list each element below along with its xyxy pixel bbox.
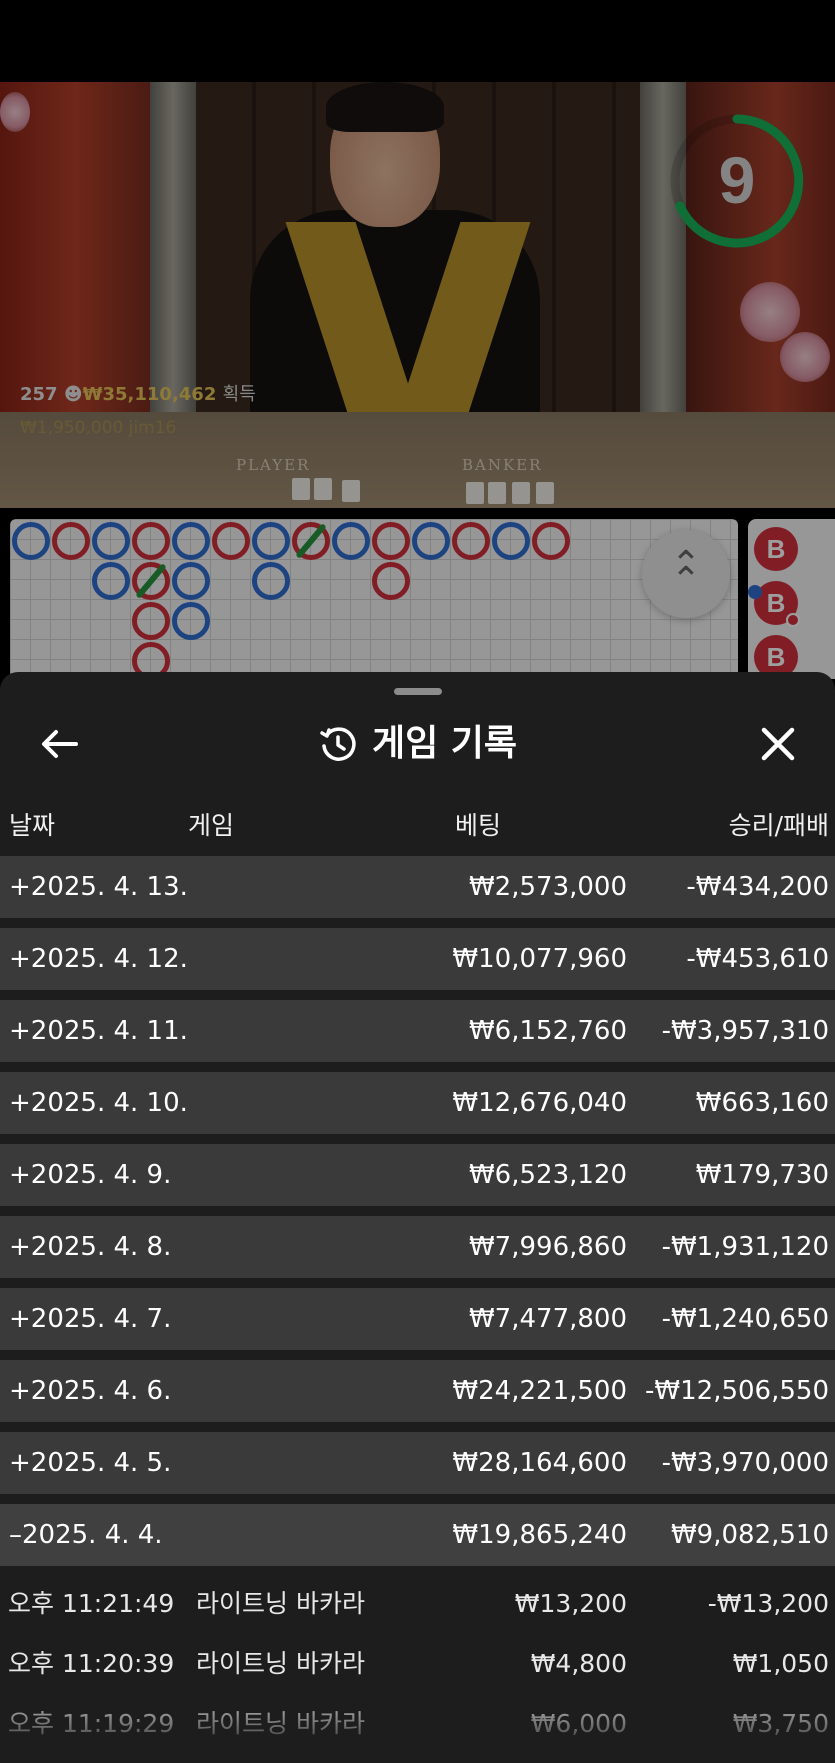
day-date: +2025. 4. 5. <box>9 1448 172 1478</box>
game-time: 오후 11:20:39 <box>8 1649 175 1678</box>
day-bet-total: ₩6,152,760 <box>468 1016 627 1046</box>
day-result: -₩434,200 <box>686 872 829 902</box>
close-x-icon[interactable] <box>754 720 802 768</box>
game-result: ₩3,750 <box>732 1709 829 1738</box>
modal-dim-overlay <box>0 82 835 682</box>
history-game-row[interactable]: 오후 11:21:49 라이트닝 바카라 ₩13,200 -₩13,200 <box>0 1574 835 1634</box>
game-name: 라이트닝 바카라 <box>196 1589 365 1618</box>
game-bet: ₩6,000 <box>530 1709 627 1738</box>
history-day-row[interactable]: +2025. 4. 13. ₩2,573,000 -₩434,200 <box>0 856 835 918</box>
day-bet-total: ₩19,865,240 <box>452 1520 627 1550</box>
day-result: -₩1,931,120 <box>661 1232 829 1262</box>
column-header-game: 게임 <box>188 811 235 840</box>
history-day-row[interactable]: +2025. 4. 6. ₩24,221,500 -₩12,506,550 <box>0 1360 835 1422</box>
day-bet-total: ₩7,996,860 <box>468 1232 627 1262</box>
day-result: ₩179,730 <box>695 1160 829 1190</box>
day-result: -₩3,957,310 <box>661 1016 829 1046</box>
day-date: +2025. 4. 12. <box>9 944 188 974</box>
day-date: +2025. 4. 7. <box>9 1304 172 1334</box>
column-header-date: 날짜 <box>9 811 56 840</box>
day-bet-total: ₩6,523,120 <box>468 1160 627 1190</box>
day-bet-total: ₩2,573,000 <box>468 872 627 902</box>
history-day-row[interactable]: +2025. 4. 8. ₩7,996,860 -₩1,931,120 <box>0 1216 835 1278</box>
game-bet: ₩4,800 <box>530 1649 627 1678</box>
day-bet-total: ₩24,221,500 <box>452 1376 627 1406</box>
history-day-row[interactable]: +2025. 4. 12. ₩10,077,960 -₩453,610 <box>0 928 835 990</box>
day-date: +2025. 4. 13. <box>9 872 188 902</box>
game-name: 라이트닝 바카라 <box>196 1649 365 1678</box>
day-result: -₩1,240,650 <box>661 1304 829 1334</box>
day-date: +2025. 4. 6. <box>9 1376 172 1406</box>
sheet-title: 게임 기록 <box>371 723 517 764</box>
day-date: +2025. 4. 11. <box>9 1016 188 1046</box>
history-day-row-expanded[interactable]: –2025. 4. 4. ₩19,865,240 ₩9,082,510 <box>0 1504 835 1566</box>
history-clock-icon <box>320 727 356 761</box>
column-header-bet: 베팅 <box>455 811 502 840</box>
day-result: ₩9,082,510 <box>670 1520 829 1550</box>
game-time: 오후 11:19:29 <box>8 1709 175 1738</box>
game-bet: ₩13,200 <box>514 1589 627 1618</box>
game-result: ₩1,050 <box>732 1649 829 1678</box>
history-game-row[interactable]: 오후 11:20:39 라이트닝 바카라 ₩4,800 ₩1,050 <box>0 1634 835 1694</box>
day-date: +2025. 4. 10. <box>9 1088 188 1118</box>
history-column-headers: 날짜 게임 베팅 승리/패배 <box>0 806 835 846</box>
day-date: +2025. 4. 8. <box>9 1232 172 1262</box>
history-day-row[interactable]: +2025. 4. 9. ₩6,523,120 ₩179,730 <box>0 1144 835 1206</box>
day-date: +2025. 4. 9. <box>9 1160 172 1190</box>
game-name: 라이트닝 바카라 <box>196 1709 365 1738</box>
history-game-list: 오후 11:21:49 라이트닝 바카라 ₩13,200 -₩13,200 오후… <box>0 1574 835 1763</box>
history-day-list: +2025. 4. 13. ₩2,573,000 -₩434,200 +2025… <box>0 856 835 1576</box>
day-result: -₩12,506,550 <box>645 1376 829 1406</box>
sheet-drag-handle[interactable] <box>394 688 442 695</box>
game-history-sheet: 게임 기록 날짜 게임 베팅 승리/패배 +2025. 4. 13. ₩2,57… <box>0 672 835 1763</box>
history-day-row[interactable]: +2025. 4. 5. ₩28,164,600 -₩3,970,000 <box>0 1432 835 1494</box>
day-result: -₩3,970,000 <box>661 1448 829 1478</box>
day-date: –2025. 4. 4. <box>9 1520 163 1550</box>
game-time: 오후 11:21:49 <box>8 1589 175 1618</box>
day-bet-total: ₩7,477,800 <box>468 1304 627 1334</box>
history-day-row[interactable]: +2025. 4. 10. ₩12,676,040 ₩663,160 <box>0 1072 835 1134</box>
sheet-header: 게임 기록 <box>0 716 835 772</box>
day-result: -₩453,610 <box>686 944 829 974</box>
day-result: ₩663,160 <box>695 1088 829 1118</box>
day-bet-total: ₩12,676,040 <box>452 1088 627 1118</box>
history-day-row[interactable]: +2025. 4. 7. ₩7,477,800 -₩1,240,650 <box>0 1288 835 1350</box>
game-result: -₩13,200 <box>707 1589 829 1618</box>
day-bet-total: ₩28,164,600 <box>452 1448 627 1478</box>
history-day-row[interactable]: +2025. 4. 11. ₩6,152,760 -₩3,957,310 <box>0 1000 835 1062</box>
history-game-row[interactable]: 오후 11:19:29 라이트닝 바카라 ₩6,000 ₩3,750 <box>0 1694 835 1754</box>
column-header-result: 승리/패배 <box>728 811 829 840</box>
day-bet-total: ₩10,077,960 <box>452 944 627 974</box>
